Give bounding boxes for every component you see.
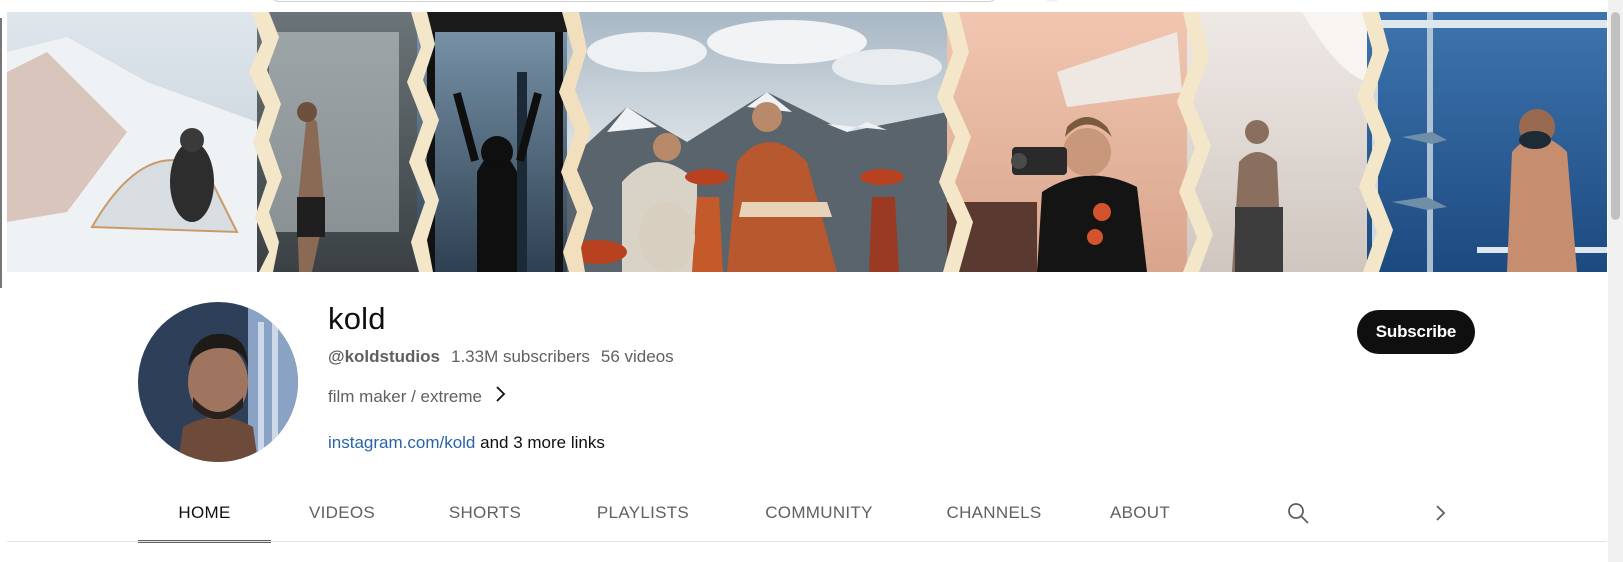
tab-home[interactable]: HOME — [138, 484, 271, 543]
banner-collage-image — [7, 12, 1607, 272]
subscriber-count: 1.33M subscribers — [450, 347, 590, 366]
top-bar-remnant — [0, 0, 1623, 12]
tabs-divider — [7, 541, 1607, 542]
tab-community[interactable]: COMMUNITY — [729, 484, 909, 542]
channel-avatar[interactable] — [138, 302, 298, 462]
window-edge — [0, 18, 2, 288]
channel-meta: @koldstudios 1.33M subscribers 56 videos — [328, 347, 674, 367]
avatar-image — [138, 302, 298, 462]
tab-channels[interactable]: CHANNELS — [909, 484, 1079, 542]
channel-banner — [7, 12, 1607, 272]
instagram-link[interactable]: instagram.com/kold — [328, 433, 475, 452]
tab-playlists[interactable]: PLAYLISTS — [557, 484, 729, 542]
scrollbar-thumb[interactable] — [1611, 12, 1620, 220]
description-text: film maker / extreme — [328, 386, 482, 406]
masthead-mic-button[interactable] — [1040, 0, 1064, 2]
tab-shorts[interactable]: SHORTS — [413, 484, 557, 542]
video-count: 56 videos — [600, 347, 674, 366]
search-icon[interactable] — [1283, 498, 1313, 528]
channel-links: instagram.com/kold and 3 more links — [328, 433, 605, 453]
channel-tabs: HOME VIDEOS SHORTS PLAYLISTS COMMUNITY C… — [138, 484, 1201, 543]
channel-name: kold — [328, 301, 386, 336]
chevron-right-icon — [494, 386, 508, 407]
more-links-button[interactable]: and 3 more links — [480, 433, 605, 452]
chevron-right-icon[interactable] — [1426, 498, 1456, 528]
subscribe-button[interactable]: Subscribe — [1357, 310, 1475, 354]
channel-handle: @koldstudios — [328, 347, 440, 366]
masthead-search-box[interactable] — [268, 0, 1000, 2]
tab-about[interactable]: ABOUT — [1079, 484, 1201, 542]
tab-videos[interactable]: VIDEOS — [271, 484, 413, 542]
channel-description[interactable]: film maker / extreme — [328, 386, 508, 407]
